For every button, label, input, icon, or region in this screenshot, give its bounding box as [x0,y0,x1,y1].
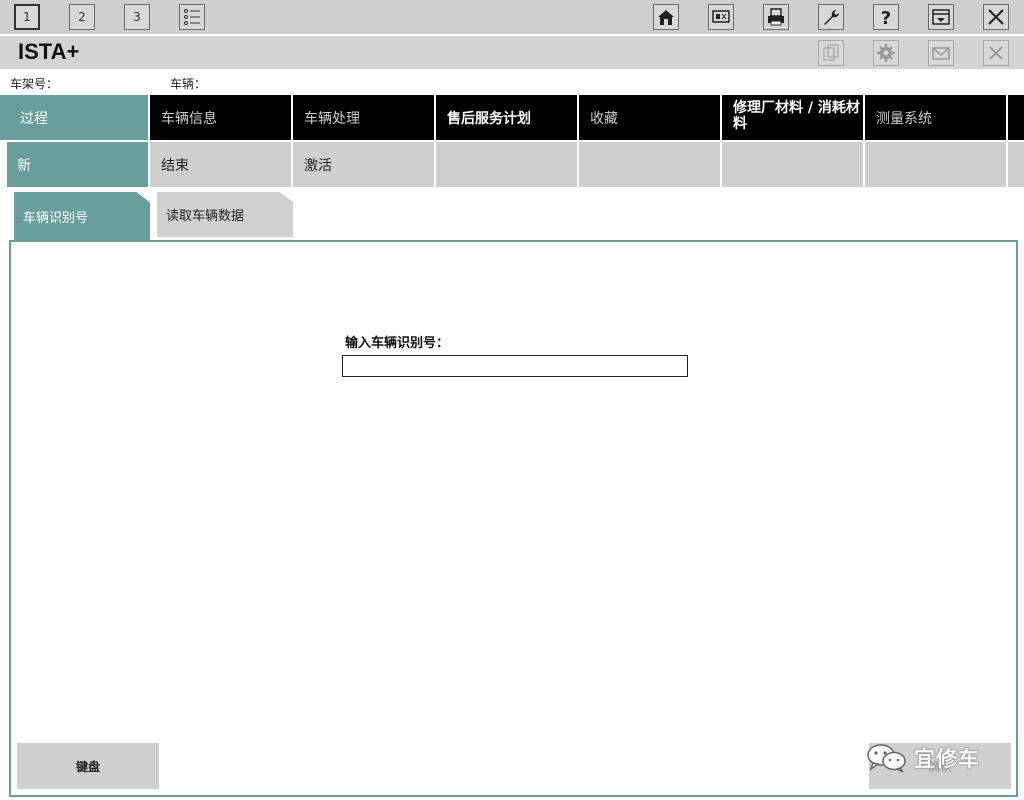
close-icon [989,46,1003,60]
app-title: ISTA+ [18,39,80,64]
mail-button[interactable] [928,40,954,66]
sub-navigation: 新 结束 激活 [0,140,1024,188]
tab-vin[interactable]: 车辆识别号 [14,192,150,240]
nav-tab-workshop-materials[interactable]: 修理厂材料 / 消耗材料 [722,95,865,140]
nav-tab-label: 测量系统 [876,110,932,127]
subnav-finish[interactable]: 结束 [150,142,293,187]
subnav-new[interactable]: 新 [7,142,150,187]
subnav-empty-2 [579,142,722,187]
tab-label: 车辆识别号 [23,210,89,226]
vin-prompt-label: 输入车辆识别号： [345,336,450,351]
title-bar: ISTA+ [0,36,1024,69]
subnav-empty-1 [436,142,579,187]
service-button[interactable] [818,4,844,30]
window-button[interactable] [928,4,954,30]
vehicle-info-line: 车架号： 车辆： [0,70,1024,94]
nav-tab-vehicle-info[interactable]: 车辆信息 [150,95,293,140]
list-icon [184,9,200,25]
session-1-button[interactable]: 1 [14,4,40,30]
mail-icon [932,47,950,60]
list-menu-button[interactable] [179,4,205,30]
close-icon [988,9,1004,25]
document-icon [823,44,839,61]
watermark: 宜修车 [866,740,1006,776]
nav-tab-label: 售后服务计划 [447,110,531,127]
nav-tab-label: 车辆处理 [304,110,360,127]
ista-app-window: 1 2 3 ? ISTA+ 车架号： 车辆： 过程 车辆信息 车辆处理 售后服务… [0,0,1024,800]
nav-tab-label: 修理厂材料 / 消耗材料 [733,100,860,132]
close-vehicle-button[interactable] [983,40,1009,66]
window-icon [932,9,950,25]
vin-input[interactable] [342,355,688,377]
settings-button[interactable] [873,40,899,66]
document-button[interactable] [818,40,844,66]
main-navigation: 过程 车辆信息 车辆处理 售后服务计划 收藏 修理厂材料 / 消耗材料 测量系统 [0,95,1024,140]
vin-entry-panel: 输入车辆识别号： 键盘 确认 [9,240,1018,797]
nav-tab-service-plan[interactable]: 售后服务计划 [436,95,579,140]
wechat-logo-icon [867,744,906,773]
session-1-label: 1 [23,10,31,24]
watermark-text: 宜修车 [914,747,980,771]
svg-text:?: ? [881,8,891,27]
top-toolbar: 1 2 3 ? [0,0,1024,34]
subnav-empty-3 [722,142,865,187]
nav-tab-measuring-system[interactable]: 测量系统 [865,95,1008,140]
nav-tab-overflow [1008,95,1024,140]
nav-tab-favorites[interactable]: 收藏 [579,95,722,140]
display-icon [712,10,730,23]
subnav-label: 结束 [161,157,189,174]
exit-button[interactable] [983,4,1009,30]
session-3-label: 3 [133,10,141,24]
gear-icon [877,44,895,62]
print-button[interactable] [763,4,789,30]
keyboard-button[interactable]: 键盘 [17,743,159,789]
subnav-empty-4 [865,142,1008,187]
session-3-button[interactable]: 3 [124,4,150,30]
print-icon [768,8,784,26]
session-2-label: 2 [78,10,86,24]
vin-label: 车架号： [10,77,59,91]
tab-read-vehicle-data[interactable]: 读取车辆数据 [157,192,293,237]
nav-tab-label: 收藏 [590,110,618,127]
nav-tab-label: 过程 [20,110,48,127]
subnav-label: 新 [17,157,31,174]
tab-label: 读取车辆数据 [166,209,245,224]
nav-tab-process[interactable]: 过程 [0,95,150,140]
home-icon [658,10,674,25]
help-button[interactable]: ? [873,4,899,30]
subnav-overflow [1008,142,1024,187]
nav-tab-vehicle-treatment[interactable]: 车辆处理 [293,95,436,140]
home-button[interactable] [653,4,679,30]
subnav-label: 激活 [304,157,332,174]
session-2-button[interactable]: 2 [69,4,95,30]
vehicle-label: 车辆： [170,77,207,91]
help-icon: ? [881,8,891,27]
subnav-activate[interactable]: 激活 [293,142,436,187]
display-button[interactable] [708,4,734,30]
wrench-icon [824,10,839,25]
nav-tab-label: 车辆信息 [161,110,217,127]
